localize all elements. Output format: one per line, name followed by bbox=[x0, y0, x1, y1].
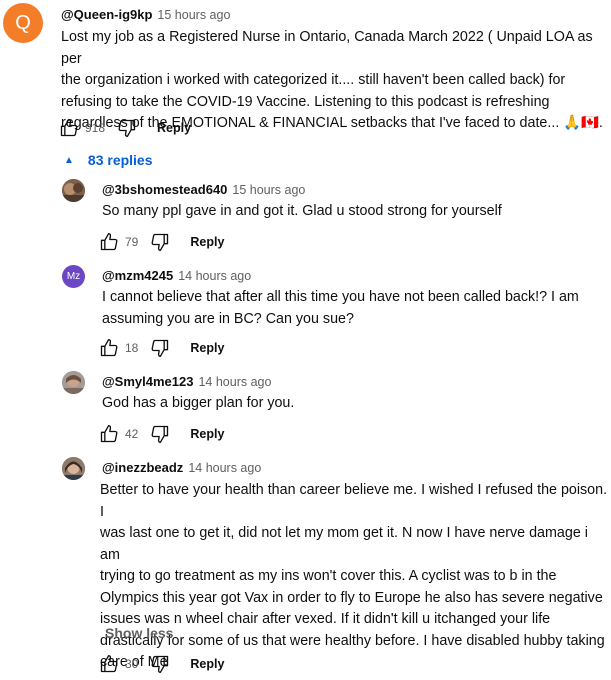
avatar-photo-icon bbox=[62, 371, 85, 394]
comment-timestamp[interactable]: 14 hours ago bbox=[178, 269, 251, 283]
avatar-photo-icon bbox=[62, 457, 85, 480]
like-icon[interactable] bbox=[97, 422, 121, 446]
reply-button[interactable]: Reply bbox=[157, 121, 191, 135]
comment-author-line: @Queen-ig9kp 15 hours ago bbox=[61, 7, 230, 22]
avatar-letter: Mz bbox=[66, 271, 81, 282]
avatar-photo-icon bbox=[62, 179, 85, 202]
comment-author-line: @inezzbeadz 14 hours ago bbox=[102, 460, 261, 475]
author-name[interactable]: @Queen-ig9kp bbox=[61, 7, 152, 22]
avatar[interactable] bbox=[62, 179, 85, 202]
collapse-triangle-icon: ▲ bbox=[64, 154, 74, 166]
avatar[interactable] bbox=[62, 371, 85, 394]
comment-text-line: Olympics this year got Vax in order to f… bbox=[100, 589, 603, 606]
comment-actions: 42 Reply bbox=[97, 422, 224, 446]
comment-text-line: drastically for some of us that were hea… bbox=[100, 632, 605, 649]
like-count: 42 bbox=[125, 427, 139, 441]
reply-button[interactable]: Reply bbox=[190, 341, 224, 355]
author-name[interactable]: @mzm4245 bbox=[102, 268, 173, 283]
comment-text-line: assuming you are in BC? Can you sue? bbox=[102, 310, 354, 327]
comment-timestamp[interactable]: 14 hours ago bbox=[198, 375, 271, 389]
reply-button[interactable]: Reply bbox=[190, 235, 224, 249]
comment-text: I cannot believe that after all this tim… bbox=[102, 287, 579, 330]
author-name[interactable]: @Smyl4me123 bbox=[102, 374, 193, 389]
comment-actions: 30 Reply bbox=[97, 652, 224, 676]
like-icon[interactable] bbox=[97, 652, 121, 676]
dislike-icon[interactable] bbox=[148, 422, 172, 446]
comment-text-line: So many ppl gave in and got it. Glad u s… bbox=[102, 203, 502, 219]
comment-text-line: issues was n wheel chair after vexed. If… bbox=[100, 611, 551, 627]
comment-actions: 918 Reply bbox=[57, 116, 191, 140]
like-icon[interactable] bbox=[97, 230, 121, 254]
comment-text-line: trying to go treatment as my ins won't c… bbox=[100, 568, 557, 584]
like-count: 30 bbox=[125, 657, 139, 671]
comment-actions: 18 Reply bbox=[97, 336, 224, 360]
comment-text-line: I cannot believe that after all this tim… bbox=[102, 289, 579, 305]
comment-timestamp[interactable]: 14 hours ago bbox=[188, 461, 261, 475]
replies-count-label: 83 replies bbox=[87, 152, 153, 168]
dislike-icon[interactable] bbox=[148, 336, 172, 360]
reply-button[interactable]: Reply bbox=[190, 427, 224, 441]
comment-text-line: God has a bigger plan for you. bbox=[102, 395, 295, 411]
comment-text-line: Better to have your health than career b… bbox=[100, 482, 608, 520]
comment-author-line: @mzm4245 14 hours ago bbox=[102, 268, 251, 283]
author-name[interactable]: @inezzbeadz bbox=[102, 460, 183, 475]
like-icon[interactable] bbox=[57, 116, 81, 140]
avatar[interactable]: Q bbox=[3, 3, 43, 43]
comment-timestamp[interactable]: 15 hours ago bbox=[232, 183, 305, 197]
like-icon[interactable] bbox=[97, 336, 121, 360]
replies-toggle-button[interactable]: ▲ 83 replies bbox=[64, 152, 153, 168]
dislike-icon[interactable] bbox=[115, 116, 139, 140]
reply-button[interactable]: Reply bbox=[190, 657, 224, 671]
comment-author-line: @3bshomestead640 15 hours ago bbox=[102, 182, 305, 197]
comment-text-line: the organization i worked with categoriz… bbox=[61, 72, 566, 88]
dislike-icon[interactable] bbox=[148, 230, 172, 254]
comment-text-line: was last one to get it, did not let my m… bbox=[100, 525, 588, 563]
avatar[interactable] bbox=[62, 457, 85, 480]
comment-text-line: refusing to take the COVID-19 Vaccine. L… bbox=[61, 93, 550, 110]
comment-text: God has a bigger plan for you. bbox=[102, 393, 294, 415]
avatar-letter: Q bbox=[15, 11, 31, 34]
show-less-button[interactable]: Show less bbox=[105, 625, 173, 641]
like-count: 18 bbox=[125, 341, 139, 355]
author-name[interactable]: @3bshomestead640 bbox=[102, 182, 227, 197]
comment-text: Better to have your health than career b… bbox=[100, 480, 611, 674]
comment-text-line: Lost my job as a Registered Nurse in Ont… bbox=[61, 29, 593, 67]
avatar[interactable]: Mz bbox=[62, 265, 85, 288]
comment-timestamp[interactable]: 15 hours ago bbox=[157, 8, 230, 22]
comment-author-line: @Smyl4me123 14 hours ago bbox=[102, 374, 271, 389]
like-count: 918 bbox=[85, 121, 106, 135]
dislike-icon[interactable] bbox=[148, 652, 172, 676]
comment-actions: 79 Reply bbox=[97, 230, 224, 254]
comment-text: So many ppl gave in and got it. Glad u s… bbox=[102, 201, 502, 223]
like-count: 79 bbox=[125, 235, 139, 249]
